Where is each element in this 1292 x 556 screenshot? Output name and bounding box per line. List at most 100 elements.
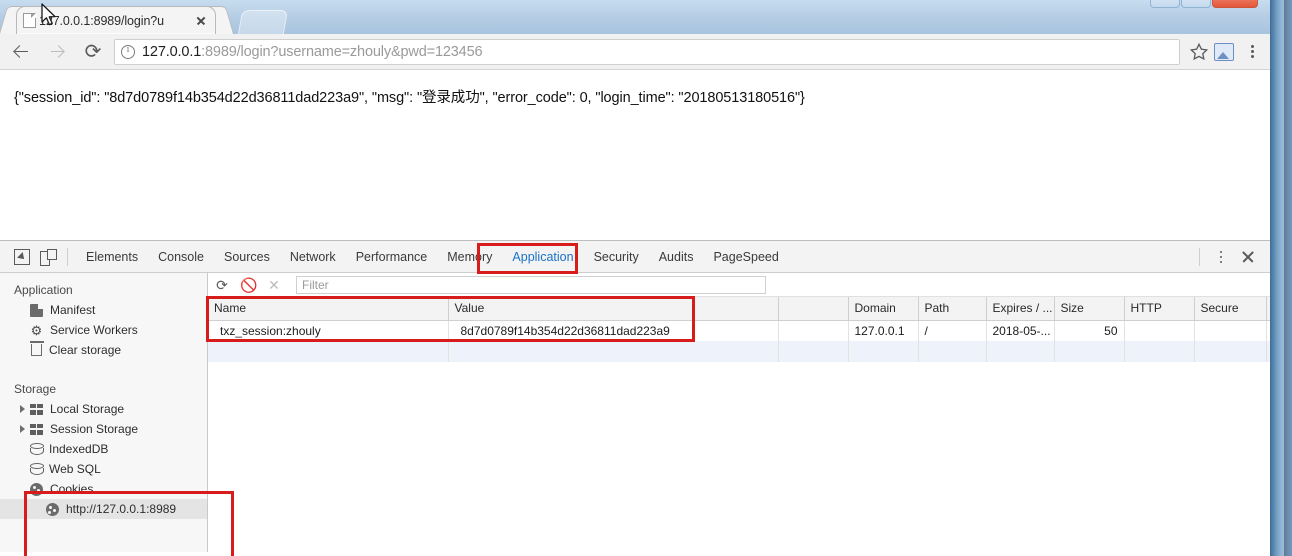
devtools-body: Application Manifest ⚙ Service Workers C…: [0, 273, 1272, 552]
column-header-value[interactable]: Value: [448, 297, 779, 321]
address-bar-text: 127.0.0.1:8989/login?username=zhouly&pwd…: [142, 43, 483, 60]
sidebar-item-service-workers[interactable]: ⚙ Service Workers: [0, 320, 207, 340]
tab-sources[interactable]: Sources: [214, 241, 280, 273]
clear-all-icon[interactable]: 🚫: [240, 278, 257, 292]
inspect-element-icon[interactable]: [14, 248, 30, 265]
tab-label: Performance: [355, 249, 428, 264]
cell-empty: [778, 341, 849, 362]
delete-icon[interactable]: ✕: [266, 278, 282, 292]
tab-label: Memory: [447, 249, 493, 264]
bookmark-star-icon[interactable]: [1188, 41, 1210, 63]
address-bar[interactable]: 127.0.0.1:8989/login?username=zhouly&pwd…: [114, 38, 1180, 65]
cell-blank: [778, 320, 849, 341]
cell-empty: [208, 341, 449, 362]
tab-label: Application: [512, 249, 574, 264]
back-button[interactable]: [6, 37, 36, 67]
refresh-icon[interactable]: ⟳: [214, 278, 230, 292]
forward-button[interactable]: [42, 37, 72, 67]
reload-button[interactable]: ⟳: [78, 37, 108, 67]
sidebar-item-label: http://127.0.0.1:8989: [66, 502, 177, 516]
tab-console[interactable]: Console: [148, 241, 214, 273]
window-close-button[interactable]: [1212, 0, 1258, 8]
tab-security[interactable]: Security: [584, 241, 649, 273]
sidebar-item-web-sql[interactable]: Web SQL: [0, 459, 207, 479]
table-row[interactable]: txz_session:zhouly 8d7d0789f14b354d22d36…: [208, 320, 1272, 341]
column-header-name[interactable]: Name: [208, 297, 449, 321]
tab-label: Security: [593, 249, 639, 264]
sidebar-item-label: IndexedDB: [49, 442, 109, 456]
tab-elements[interactable]: Elements: [76, 241, 148, 273]
filter-placeholder: Filter: [302, 277, 329, 292]
column-header-secure[interactable]: Secure: [1194, 297, 1267, 321]
sidebar-item-cookies[interactable]: Cookies: [0, 479, 207, 499]
cookies-toolbar: ⟳ 🚫 ✕ Filter: [208, 273, 1272, 297]
new-tab-button[interactable]: [237, 10, 289, 34]
cell-domain: 127.0.0.1: [848, 320, 919, 341]
chevron-right-icon[interactable]: [20, 425, 25, 433]
cell-path: /: [918, 320, 987, 341]
column-header-size[interactable]: Size: [1054, 297, 1125, 321]
database-icon: [30, 443, 44, 455]
devtools-tabbar: Elements Console Sources Network Perform…: [0, 241, 1272, 273]
cookie-icon: [46, 502, 59, 516]
column-header-blank[interactable]: [778, 297, 849, 321]
cell-http: [1124, 320, 1195, 341]
gear-icon: ⚙: [30, 322, 43, 338]
column-header-domain[interactable]: Domain: [848, 297, 919, 321]
cookie-icon: [30, 482, 43, 496]
cell-empty: [986, 341, 1055, 362]
reload-icon: ⟳: [84, 40, 102, 63]
maximize-button[interactable]: [1181, 0, 1211, 8]
filter-input[interactable]: Filter: [296, 275, 766, 294]
sidebar-item-cookie-origin[interactable]: http://127.0.0.1:8989: [0, 499, 207, 519]
minimize-button[interactable]: [1150, 0, 1180, 8]
tab-pagespeed[interactable]: PageSpeed: [703, 241, 788, 273]
grid-icon: [30, 403, 43, 415]
cell-size: 50: [1054, 320, 1125, 341]
forward-arrow-icon: [50, 45, 64, 59]
column-header-path[interactable]: Path: [918, 297, 987, 321]
toolbar-divider: [1199, 248, 1200, 266]
tab-network[interactable]: Network: [280, 241, 346, 273]
mouse-cursor: [41, 3, 56, 26]
close-devtools-icon[interactable]: [1238, 247, 1258, 267]
devtools-sidebar: Application Manifest ⚙ Service Workers C…: [0, 273, 208, 552]
screen: 127.0.0.1:8989/login?u ⟳ 127.0.0.1:8989/…: [0, 0, 1292, 556]
tab-label: Console: [158, 249, 204, 264]
sidebar-item-label: Web SQL: [49, 462, 101, 476]
info-circle-icon[interactable]: [121, 44, 135, 59]
tab-memory[interactable]: Memory: [437, 241, 502, 273]
chrome-menu-icon[interactable]: [1240, 40, 1264, 64]
tab-performance[interactable]: Performance: [346, 241, 438, 273]
back-arrow-icon: [14, 45, 28, 59]
image-extension-icon[interactable]: [1214, 42, 1234, 61]
sidebar-item-local-storage[interactable]: Local Storage: [0, 399, 207, 419]
url-path: :8989/login?username=zhouly&pwd=123456: [201, 43, 483, 60]
sidebar-item-indexeddb[interactable]: IndexedDB: [0, 439, 207, 459]
cookies-table: Name Value Domain Path Expires / ... Siz…: [208, 297, 1272, 362]
tab-application[interactable]: Application: [502, 241, 583, 273]
cookies-panel: ⟳ 🚫 ✕ Filter Name Value Domain Path Expi…: [208, 273, 1272, 552]
sidebar-item-session-storage[interactable]: Session Storage: [0, 419, 207, 439]
sidebar-item-manifest[interactable]: Manifest: [0, 300, 207, 320]
sidebar-item-label: Session Storage: [50, 422, 139, 436]
device-toolbar-icon[interactable]: [40, 249, 57, 266]
database-icon: [30, 463, 44, 475]
sidebar-item-label: Service Workers: [50, 323, 138, 337]
sidebar-item-label: Clear storage: [49, 343, 122, 357]
browser-toolbar: ⟳ 127.0.0.1:8989/login?username=zhouly&p…: [0, 34, 1272, 70]
chevron-right-icon[interactable]: [20, 405, 25, 413]
sidebar-item-clear-storage[interactable]: Clear storage: [0, 340, 207, 360]
close-icon[interactable]: [193, 13, 209, 29]
page-icon: [23, 13, 36, 28]
column-header-http[interactable]: HTTP: [1124, 297, 1195, 321]
grid-icon: [30, 423, 43, 435]
more-vertical-icon[interactable]: [1212, 246, 1230, 268]
trash-icon: [30, 341, 44, 356]
toolbar-divider: [67, 247, 68, 266]
column-header-expires[interactable]: Expires / ...: [986, 297, 1055, 321]
desktop-background-right-edge: [1284, 0, 1292, 556]
tab-audits[interactable]: Audits: [649, 241, 704, 273]
manifest-icon: [30, 303, 43, 317]
